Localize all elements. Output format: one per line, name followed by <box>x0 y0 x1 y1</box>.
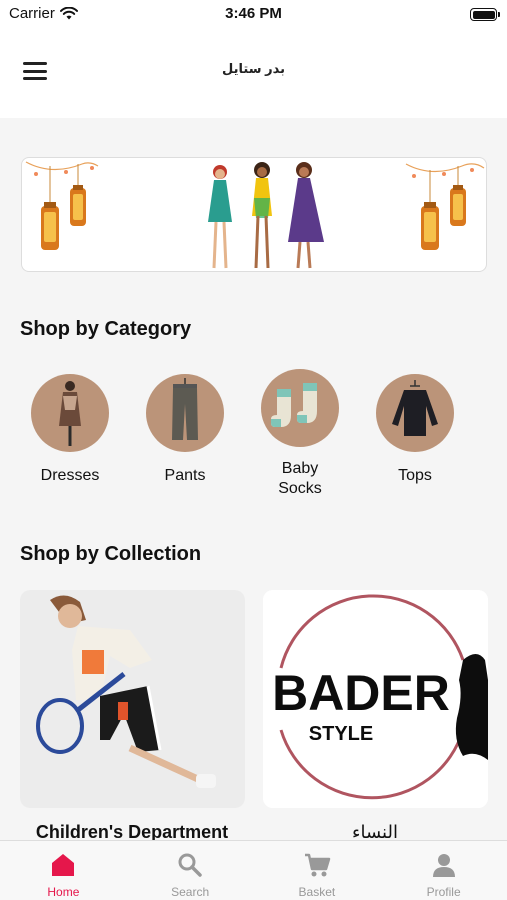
cart-icon <box>304 853 331 877</box>
battery-icon <box>470 8 500 21</box>
pants-thumbnail <box>146 374 224 452</box>
logo-subtext: STYLE <box>309 723 373 745</box>
banner-illustration <box>25 161 485 269</box>
status-bar: Carrier 3:46 PM <box>0 0 507 30</box>
search-icon <box>178 853 202 877</box>
clock: 3:46 PM <box>225 5 282 22</box>
category-pants[interactable]: Pants <box>135 374 235 486</box>
top-thumbnail <box>376 374 454 452</box>
logo-text: BADER <box>272 665 450 721</box>
collection-section-title: Shop by Collection <box>20 543 202 565</box>
right-lanterns <box>405 163 485 250</box>
tab-label: Search <box>171 885 210 899</box>
socks-thumbnail <box>261 369 339 447</box>
tab-home[interactable]: Home <box>0 841 127 900</box>
category-label: Pants <box>164 467 206 484</box>
tab-label: Basket <box>298 885 336 899</box>
children-collection-image <box>20 590 245 808</box>
category-label: Tops <box>398 467 432 484</box>
app-header: بدر ستايل <box>0 30 507 118</box>
collection-card-children[interactable] <box>20 590 245 808</box>
fashion-figures <box>208 162 324 269</box>
person-icon <box>432 854 455 877</box>
tab-profile[interactable]: Profile <box>380 841 507 900</box>
home-icon <box>52 854 75 876</box>
left-lanterns <box>25 161 99 250</box>
collection-card-women[interactable]: BADER STYLE <box>263 590 488 808</box>
category-dresses[interactable]: Dresses <box>20 374 120 486</box>
tab-search[interactable]: Search <box>127 841 254 900</box>
category-tops[interactable]: Tops <box>365 374 465 486</box>
category-label: Dresses <box>40 467 100 484</box>
tab-label: Profile <box>426 885 461 899</box>
tab-bar: Home Search Basket Profile <box>0 840 507 900</box>
category-section-title: Shop by Category <box>20 318 192 340</box>
dress-thumbnail <box>31 374 109 452</box>
promo-banner[interactable] <box>21 157 487 272</box>
category-label: Baby Socks <box>278 460 322 497</box>
bader-style-logo: BADER STYLE <box>263 590 488 808</box>
tab-label: Home <box>47 885 80 899</box>
app-title: بدر ستايل <box>222 61 285 76</box>
category-baby-socks[interactable]: Baby Socks <box>250 369 350 499</box>
tab-basket[interactable]: Basket <box>254 841 381 900</box>
